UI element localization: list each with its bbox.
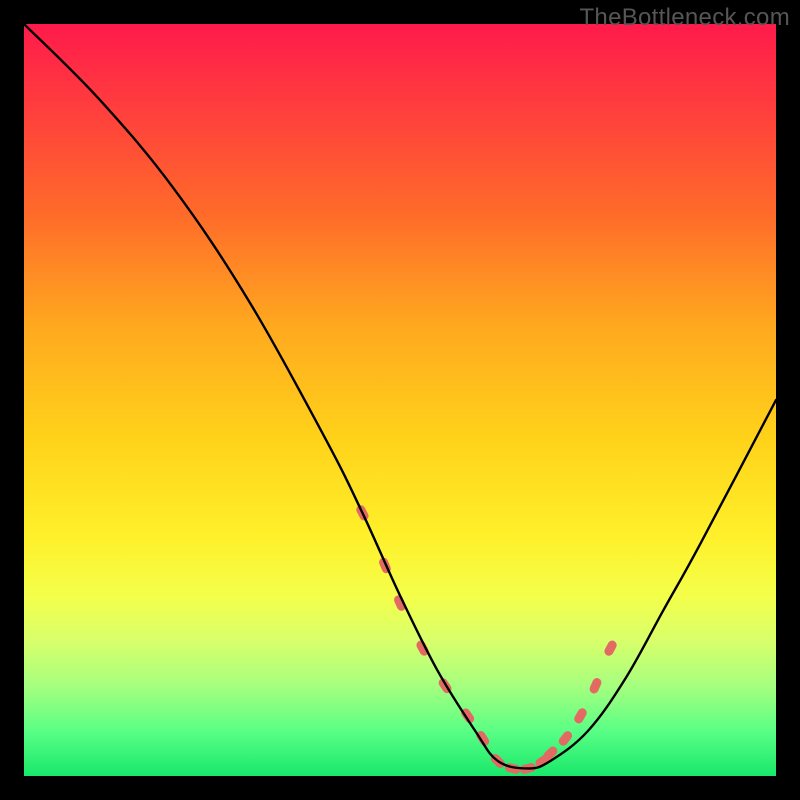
highlight-dot (588, 677, 603, 695)
curve-layer (24, 24, 776, 776)
highlight-dot (573, 707, 589, 725)
bottleneck-curve (24, 24, 776, 768)
watermark-text: TheBottleneck.com (579, 4, 790, 32)
highlight-dots (355, 504, 619, 775)
chart-stage: TheBottleneck.com (0, 0, 800, 800)
plot-area (24, 24, 776, 776)
highlight-dot (603, 639, 618, 657)
